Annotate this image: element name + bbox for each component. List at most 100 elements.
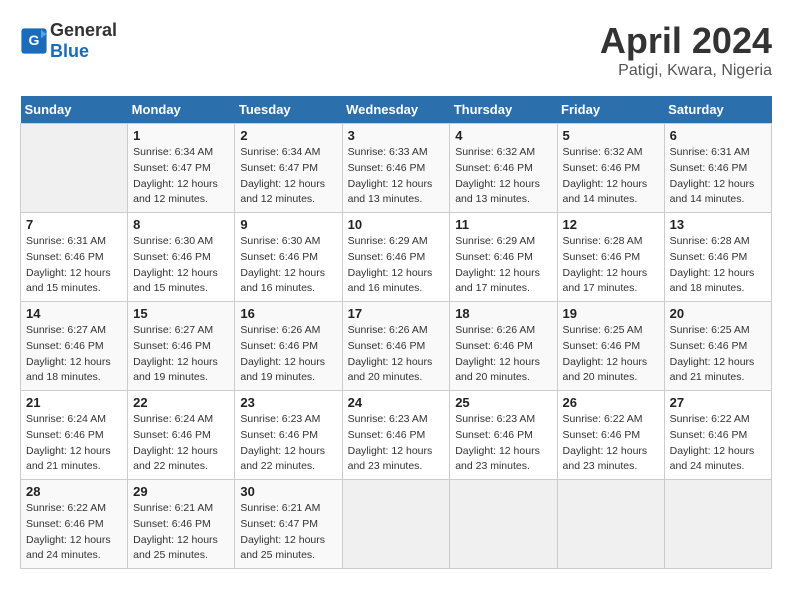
svg-text:G: G [29,32,40,48]
day-number: 20 [670,306,766,321]
day-info: Sunrise: 6:21 AMSunset: 6:47 PMDaylight:… [240,501,336,564]
calendar-cell: 18 Sunrise: 6:26 AMSunset: 6:46 PMDayligh… [450,302,557,391]
calendar-cell: 10Sunrise: 6:29 AMSunset: 6:46 PMDayligh… [342,213,450,302]
calendar-cell: 11 Sunrise: 6:29 AMSunset: 6:46 PMDayligh… [450,213,557,302]
day-number: 21 [26,395,122,410]
calendar-cell: 19Sunrise: 6:25 AMSunset: 6:46 PMDayligh… [557,302,664,391]
logo: G General Blue [20,20,117,62]
day-header-saturday: Saturday [664,96,771,124]
day-info: Sunrise: 6:32 AMSunset: 6:46 PMDaylight:… [455,145,551,208]
day-info: Sunrise: 6:24 AMSunset: 6:46 PMDaylight:… [133,412,229,475]
calendar-cell: 28 Sunrise: 6:22 AMSunset: 6:46 PMDayligh… [21,480,128,569]
day-number: 26 [563,395,659,410]
day-number: 9 [240,217,336,232]
calendar-cell: 17 Sunrise: 6:26 AMSunset: 6:46 PMDayligh… [342,302,450,391]
calendar-cell: 20 Sunrise: 6:25 AMSunset: 6:46 PMDayligh… [664,302,771,391]
day-header-monday: Monday [128,96,235,124]
calendar-cell: 22 Sunrise: 6:24 AMSunset: 6:46 PMDayligh… [128,391,235,480]
calendar-cell: 2Sunrise: 6:34 AMSunset: 6:47 PMDaylight… [235,124,342,213]
day-info: Sunrise: 6:31 AMSunset: 6:46 PMDaylight:… [670,145,766,208]
calendar-cell: 23 Sunrise: 6:23 AMSunset: 6:46 PMDayligh… [235,391,342,480]
day-info: Sunrise: 6:34 AMSunset: 6:47 PMDaylight:… [240,145,336,208]
day-header-tuesday: Tuesday [235,96,342,124]
day-number: 13 [670,217,766,232]
day-number: 12 [563,217,659,232]
calendar-cell: 4 Sunrise: 6:32 AMSunset: 6:46 PMDaylight… [450,124,557,213]
day-number: 28 [26,484,122,499]
day-info: Sunrise: 6:30 AMSunset: 6:46 PMDaylight:… [133,234,229,297]
day-number: 1 [133,128,229,143]
page-header: G General Blue April 2024 Patigi, Kwara,… [20,20,772,80]
day-info: Sunrise: 6:25 AMSunset: 6:46 PMDaylight:… [670,323,766,386]
day-number: 25 [455,395,551,410]
day-number: 23 [240,395,336,410]
week-row-4: 21 Sunrise: 6:24 AMSunset: 6:46 PMDayligh… [21,391,772,480]
day-info: Sunrise: 6:22 AMSunset: 6:46 PMDaylight:… [26,501,122,564]
day-number: 11 [455,217,551,232]
day-number: 18 [455,306,551,321]
week-row-2: 7Sunrise: 6:31 AMSunset: 6:46 PMDaylight… [21,213,772,302]
day-info: Sunrise: 6:21 AMSunset: 6:46 PMDaylight:… [133,501,229,564]
day-header-thursday: Thursday [450,96,557,124]
calendar-cell: 24 Sunrise: 6:23 AMSunset: 6:46 PMDayligh… [342,391,450,480]
day-info: Sunrise: 6:23 AMSunset: 6:46 PMDaylight:… [348,412,445,475]
title-block: April 2024 Patigi, Kwara, Nigeria [600,20,772,80]
day-info: Sunrise: 6:28 AMSunset: 6:46 PMDaylight:… [563,234,659,297]
calendar-cell: 30Sunrise: 6:21 AMSunset: 6:47 PMDayligh… [235,480,342,569]
calendar-cell: 15 Sunrise: 6:27 AMSunset: 6:46 PMDayligh… [128,302,235,391]
week-row-3: 14 Sunrise: 6:27 AMSunset: 6:46 PMDayligh… [21,302,772,391]
day-number: 10 [348,217,445,232]
week-row-1: 1 Sunrise: 6:34 AMSunset: 6:47 PMDaylight… [21,124,772,213]
day-number: 16 [240,306,336,321]
day-header-row: SundayMondayTuesdayWednesdayThursdayFrid… [21,96,772,124]
logo-blue: Blue [50,41,89,61]
day-number: 8 [133,217,229,232]
day-number: 24 [348,395,445,410]
week-row-5: 28 Sunrise: 6:22 AMSunset: 6:46 PMDayligh… [21,480,772,569]
calendar-table: SundayMondayTuesdayWednesdayThursdayFrid… [20,96,772,569]
day-number: 15 [133,306,229,321]
calendar-cell [342,480,450,569]
day-info: Sunrise: 6:28 AMSunset: 6:46 PMDaylight:… [670,234,766,297]
day-info: Sunrise: 6:25 AMSunset: 6:46 PMDaylight:… [563,323,659,386]
day-info: Sunrise: 6:33 AMSunset: 6:46 PMDaylight:… [348,145,445,208]
day-number: 6 [670,128,766,143]
day-info: Sunrise: 6:23 AMSunset: 6:46 PMDaylight:… [240,412,336,475]
logo-icon: G [20,27,48,55]
calendar-cell: 21 Sunrise: 6:24 AMSunset: 6:46 PMDayligh… [21,391,128,480]
calendar-cell: 14 Sunrise: 6:27 AMSunset: 6:46 PMDayligh… [21,302,128,391]
day-number: 17 [348,306,445,321]
day-header-wednesday: Wednesday [342,96,450,124]
calendar-cell: 8 Sunrise: 6:30 AMSunset: 6:46 PMDaylight… [128,213,235,302]
logo-general: General [50,20,117,40]
logo-text: General Blue [50,20,117,62]
calendar-cell: 27 Sunrise: 6:22 AMSunset: 6:46 PMDayligh… [664,391,771,480]
day-number: 22 [133,395,229,410]
calendar-cell: 12 Sunrise: 6:28 AMSunset: 6:46 PMDayligh… [557,213,664,302]
day-number: 27 [670,395,766,410]
calendar-cell: 25 Sunrise: 6:23 AMSunset: 6:46 PMDayligh… [450,391,557,480]
calendar-cell: 13 Sunrise: 6:28 AMSunset: 6:46 PMDayligh… [664,213,771,302]
day-number: 14 [26,306,122,321]
day-info: Sunrise: 6:26 AMSunset: 6:46 PMDaylight:… [348,323,445,386]
day-info: Sunrise: 6:22 AMSunset: 6:46 PMDaylight:… [670,412,766,475]
day-number: 4 [455,128,551,143]
day-info: Sunrise: 6:23 AMSunset: 6:46 PMDaylight:… [455,412,551,475]
calendar-cell [21,124,128,213]
day-info: Sunrise: 6:30 AMSunset: 6:46 PMDaylight:… [240,234,336,297]
calendar-cell: 6 Sunrise: 6:31 AMSunset: 6:46 PMDaylight… [664,124,771,213]
calendar-cell [450,480,557,569]
calendar-cell: 9 Sunrise: 6:30 AMSunset: 6:46 PMDaylight… [235,213,342,302]
day-info: Sunrise: 6:22 AMSunset: 6:46 PMDaylight:… [563,412,659,475]
day-number: 3 [348,128,445,143]
day-info: Sunrise: 6:27 AMSunset: 6:46 PMDaylight:… [26,323,122,386]
day-number: 7 [26,217,122,232]
day-number: 5 [563,128,659,143]
day-info: Sunrise: 6:27 AMSunset: 6:46 PMDaylight:… [133,323,229,386]
calendar-cell: 26 Sunrise: 6:22 AMSunset: 6:46 PMDayligh… [557,391,664,480]
day-info: Sunrise: 6:26 AMSunset: 6:46 PMDaylight:… [455,323,551,386]
day-info: Sunrise: 6:24 AMSunset: 6:46 PMDaylight:… [26,412,122,475]
day-info: Sunrise: 6:29 AMSunset: 6:46 PMDaylight:… [455,234,551,297]
calendar-cell: 7Sunrise: 6:31 AMSunset: 6:46 PMDaylight… [21,213,128,302]
calendar-cell [664,480,771,569]
